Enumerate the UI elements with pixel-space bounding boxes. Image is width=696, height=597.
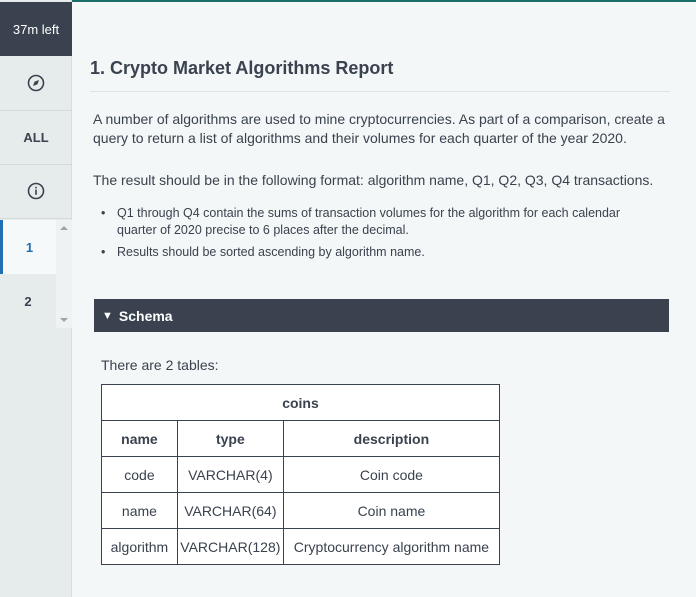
schema-label: Schema <box>118 307 173 324</box>
column-header: name <box>101 420 178 457</box>
table-cell: algorithm <box>101 528 178 565</box>
question-sidebar: 37m left ALL 1 2 <box>0 0 72 597</box>
column-header: type <box>176 420 284 457</box>
question-panel: 1. Crypto Market Algorithms Report A num… <box>73 2 696 597</box>
question-intro: A number of algorithms are used to mine … <box>93 111 665 146</box>
table-name: coins <box>101 384 500 421</box>
table-cell: VARCHAR(64) <box>176 492 284 529</box>
title-divider <box>90 91 670 92</box>
table-cell: VARCHAR(4) <box>176 456 284 493</box>
scroll-up-arrow-icon[interactable] <box>60 226 68 230</box>
table-row: code VARCHAR(4) Coin code <box>101 456 501 493</box>
list-item: Results should be sorted ascending by al… <box>93 244 663 261</box>
table-cell: Coin name <box>282 492 501 529</box>
table-row: name VARCHAR(64) Coin name <box>101 492 501 529</box>
table-cell: Coin code <box>282 456 501 493</box>
result-format: The result should be in the following fo… <box>93 172 654 188</box>
compass-button[interactable] <box>0 56 72 110</box>
list-item: Q1 through Q4 contain the sums of transa… <box>93 205 663 239</box>
all-questions-button[interactable]: ALL <box>0 110 72 164</box>
question-nav-2[interactable]: 2 <box>0 274 56 328</box>
info-button[interactable] <box>0 164 72 218</box>
tables-count: There are 2 tables: <box>101 357 219 373</box>
question-nav-1[interactable]: 1 <box>0 220 56 274</box>
time-remaining: 37m left <box>0 2 72 56</box>
triangle-down-icon: ▼ <box>102 309 113 322</box>
table-cell: Cryptocurrency algorithm name <box>282 528 501 565</box>
requirements-list: Q1 through Q4 contain the sums of transa… <box>93 205 663 266</box>
column-header: description <box>282 420 501 457</box>
scroll-down-arrow-icon[interactable] <box>60 318 68 322</box>
table-cell: code <box>101 456 178 493</box>
coins-schema-table: coins name type description code VARCHAR… <box>101 384 501 565</box>
question-title: 1. Crypto Market Algorithms Report <box>90 58 394 78</box>
table-row: algorithm VARCHAR(128) Cryptocurrency al… <box>101 528 501 565</box>
compass-icon <box>27 74 45 92</box>
table-cell: VARCHAR(128) <box>176 528 284 565</box>
info-icon <box>27 182 45 200</box>
schema-toggle[interactable]: ▼ Schema <box>94 299 669 332</box>
question-nav-scrollbar[interactable] <box>56 220 72 328</box>
table-cell: name <box>101 492 178 529</box>
